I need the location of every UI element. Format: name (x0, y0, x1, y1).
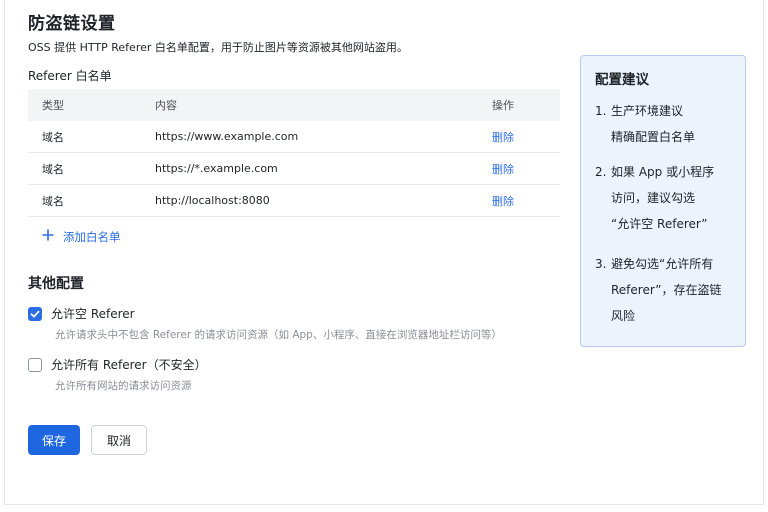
allow-all-referer-label: 允许所有 Referer（不安全） (51, 358, 207, 372)
save-button[interactable]: 保存 (28, 425, 80, 455)
whitelist-table: 类型 内容 操作 域名 https://www.example.com 删除 域… (28, 89, 560, 217)
allow-empty-referer-checkbox[interactable] (28, 306, 42, 321)
delete-link[interactable]: 删除 (492, 131, 514, 144)
allow-all-referer-checkbox[interactable] (28, 357, 42, 372)
row-content: https://www.example.com (155, 130, 299, 143)
table-row: 域名 http://localhost:8080 删除 (28, 185, 560, 217)
add-whitelist-label: 添加白名单 (63, 229, 121, 244)
allow-all-referer-hint: 允许所有网站的请求访问资源 (55, 380, 192, 392)
tips-panel: 配置建议 1. 生产环境建议 精确配置白名单 2. 如果 App 或小程序 访问，建… (580, 55, 746, 347)
allow-empty-referer-option[interactable]: 允许空 Referer (28, 305, 135, 322)
row-content: http://localhost:8080 (155, 194, 270, 207)
allow-all-referer-option[interactable]: 允许所有 Referer（不安全） (28, 356, 207, 373)
plus-icon (42, 228, 54, 245)
table-row: 域名 https://*.example.com 删除 (28, 153, 560, 185)
column-header-content: 内容 (155, 99, 177, 112)
page-description: OSS 提供 HTTP Referer 白名单配置，用于防止图片等资源被其他网站… (28, 41, 408, 54)
table-row: 域名 https://www.example.com 删除 (28, 121, 560, 153)
table-header: 类型 内容 操作 (28, 89, 560, 121)
tip-item: 2. 如果 App 或小程序 访问，建议勾选 “允许空 Referer” (595, 165, 715, 231)
whitelist-section-label: Referer 白名单 (28, 69, 112, 83)
allow-empty-referer-label: 允许空 Referer (51, 307, 135, 321)
tip-item: 3. 避免勾选“允许所有 Referer”，存在盗链 风险 (595, 257, 722, 323)
column-header-action: 操作 (492, 99, 514, 112)
delete-link[interactable]: 删除 (492, 163, 514, 176)
tip-item: 1. 生产环境建议 精确配置白名单 (595, 104, 696, 144)
row-type: 域名 (42, 194, 64, 208)
other-settings-title: 其他配置 (28, 276, 84, 292)
row-type: 域名 (42, 162, 64, 176)
cancel-button[interactable]: 取消 (91, 425, 147, 455)
anti-leech-settings-page: 防盗链设置 OSS 提供 HTTP Referer 白名单配置，用于防止图片等资… (4, 0, 764, 505)
tips-title: 配置建议 (595, 72, 649, 88)
add-whitelist-button[interactable]: 添加白名单 (42, 228, 121, 245)
column-header-type: 类型 (42, 99, 64, 112)
delete-link[interactable]: 删除 (492, 195, 514, 208)
check-icon (30, 310, 40, 317)
allow-empty-referer-hint: 允许请求头中不包含 Referer 的请求访问资源（如 App、小程序、直接在浏… (55, 329, 502, 341)
row-type: 域名 (42, 130, 64, 144)
row-content: https://*.example.com (155, 162, 278, 175)
page-title: 防盗链设置 (28, 14, 116, 34)
